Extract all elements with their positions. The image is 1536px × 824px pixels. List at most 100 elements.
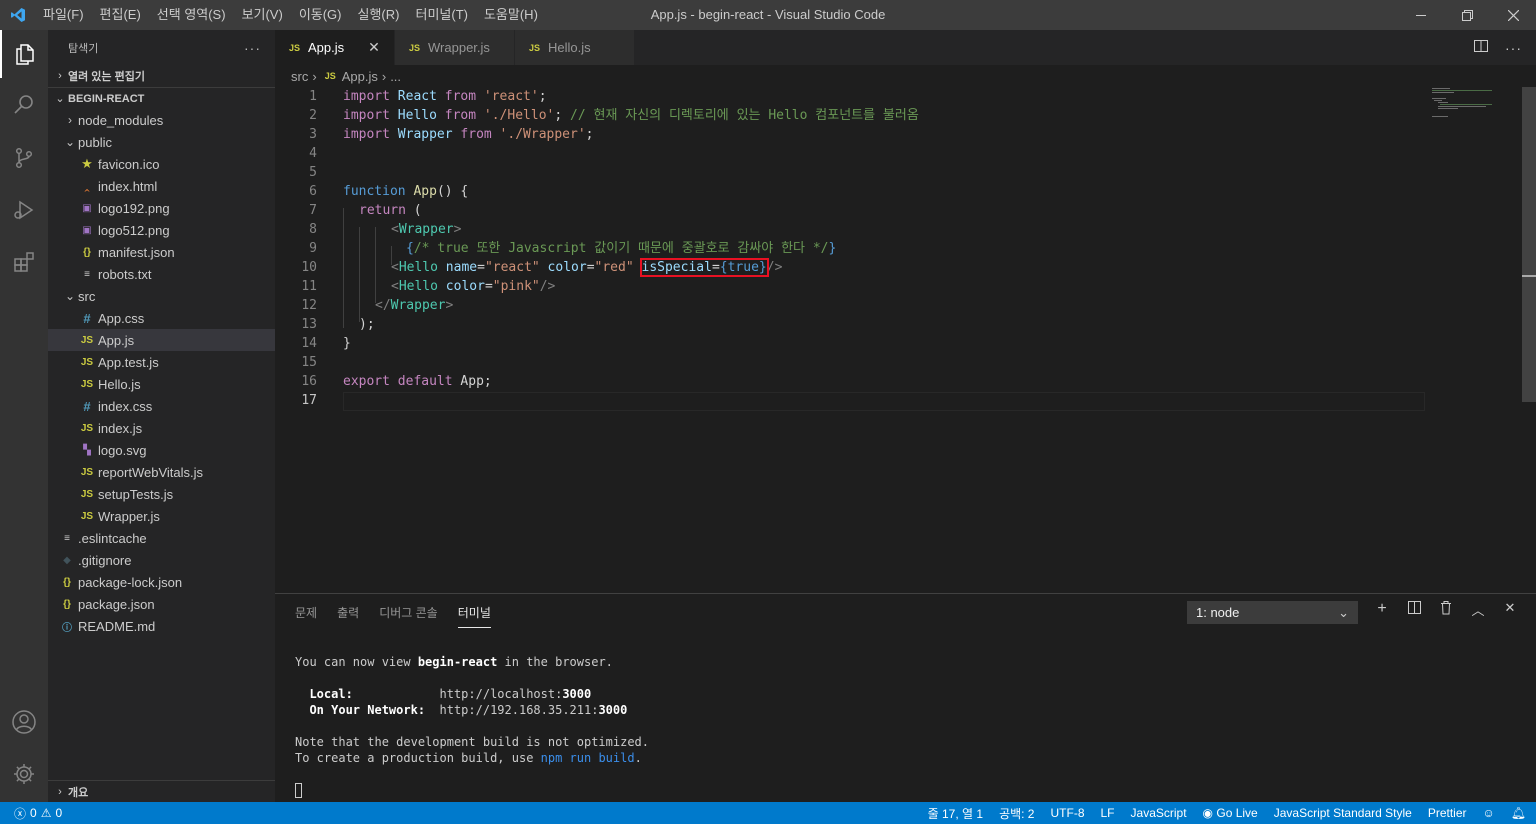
tree-label: package-lock.json bbox=[78, 574, 183, 590]
tree-file[interactable]: # App.css bbox=[48, 307, 275, 329]
tree-label: App.js bbox=[98, 332, 135, 348]
code-line-8: <Wrapper> bbox=[391, 222, 462, 237]
code-line-1: import React from 'react'; bbox=[343, 89, 547, 104]
restore-button[interactable] bbox=[1444, 0, 1490, 30]
close-window-button[interactable] bbox=[1490, 0, 1536, 30]
project-section[interactable]: ⌄ BEGIN-REACT bbox=[48, 87, 275, 109]
breadcrumb-folder[interactable]: src bbox=[291, 69, 308, 84]
menu-go[interactable]: 이동(G) bbox=[291, 0, 350, 30]
tree-file[interactable]: JS Wrapper.js bbox=[48, 505, 275, 527]
prettier-status[interactable]: Prettier bbox=[1428, 806, 1467, 820]
more-actions-icon[interactable]: ··· bbox=[1505, 40, 1522, 56]
minimap[interactable] bbox=[1430, 87, 1525, 117]
tree-file[interactable]: JS setupTests.js bbox=[48, 483, 275, 505]
tab-debug-console[interactable]: 디버그 콘솔 bbox=[379, 604, 438, 628]
close-icon[interactable]: ✕ bbox=[368, 39, 380, 56]
source-control-icon[interactable] bbox=[0, 134, 48, 182]
tree-folder[interactable]: ⌄ public bbox=[48, 131, 275, 153]
outline-label: 개요 bbox=[68, 786, 89, 799]
tree-file[interactable]: ‸ index.html bbox=[48, 175, 275, 197]
activity-bar bbox=[0, 30, 48, 802]
tree-label: logo.svg bbox=[98, 442, 147, 458]
trash-icon[interactable] bbox=[1437, 600, 1455, 620]
tree-file[interactable]: JS Hello.js bbox=[48, 373, 275, 395]
tab-label: Wrapper.js bbox=[428, 40, 490, 55]
open-editors-section[interactable]: › 열려 있는 편집기 bbox=[48, 65, 275, 87]
tree-file[interactable]: ◆ .gitignore bbox=[48, 549, 275, 571]
tree-folder[interactable]: ⌄ src bbox=[48, 285, 275, 307]
extensions-icon[interactable] bbox=[0, 238, 48, 286]
encoding[interactable]: UTF-8 bbox=[1051, 806, 1085, 820]
menu-view[interactable]: 보기(V) bbox=[234, 0, 291, 30]
tree-folder[interactable]: › node_modules bbox=[48, 109, 275, 131]
maximize-panel-icon[interactable]: ︿ bbox=[1469, 600, 1487, 620]
split-terminal-icon[interactable] bbox=[1405, 600, 1423, 620]
tab-terminal[interactable]: 터미널 bbox=[457, 604, 491, 628]
tree-file[interactable]: {} package-lock.json bbox=[48, 571, 275, 593]
tree-file[interactable]: ▚ logo.svg bbox=[48, 439, 275, 461]
terminal-output[interactable]: You can now view begin-react in the brow… bbox=[295, 654, 649, 798]
tab-hello-js[interactable]: JS Hello.js bbox=[515, 30, 635, 65]
linter-status[interactable]: JavaScript Standard Style bbox=[1274, 806, 1412, 820]
breadcrumb-symbol[interactable]: ... bbox=[390, 69, 401, 84]
menu-terminal[interactable]: 터미널(T) bbox=[407, 0, 475, 30]
language-mode[interactable]: JavaScript bbox=[1131, 806, 1187, 820]
account-icon[interactable] bbox=[0, 698, 48, 746]
file-type-icon: JS bbox=[80, 422, 94, 434]
breadcrumb-file[interactable]: App.js bbox=[342, 69, 378, 84]
file-type-icon: ⓘ bbox=[62, 622, 72, 634]
cursor-position[interactable]: 줄 17, 열 1 bbox=[928, 805, 983, 822]
tree-file[interactable]: ≡ .eslintcache bbox=[48, 527, 275, 549]
tree-file[interactable]: ▣ logo192.png bbox=[48, 197, 275, 219]
outline-section[interactable]: › 개요 bbox=[48, 780, 275, 802]
tree-file[interactable]: ⓘ README.md bbox=[48, 615, 275, 637]
search-icon[interactable] bbox=[0, 80, 48, 128]
tree-file[interactable]: {} manifest.json bbox=[48, 241, 275, 263]
chevron-right-icon: › bbox=[381, 68, 387, 84]
code-line-2: import Hello from './Hello'; // 현재 자신의 디… bbox=[343, 108, 919, 123]
tree-file[interactable]: ▣ logo512.png bbox=[48, 219, 275, 241]
tab-wrapper-js[interactable]: JS Wrapper.js bbox=[395, 30, 515, 65]
indentation[interactable]: 공백: 2 bbox=[999, 805, 1034, 822]
settings-gear-icon[interactable] bbox=[0, 750, 48, 798]
tree-label: .gitignore bbox=[78, 552, 132, 568]
menu-help[interactable]: 도움말(H) bbox=[476, 0, 546, 30]
feedback-icon[interactable]: ☺ bbox=[1483, 806, 1495, 820]
go-live-button[interactable]: ◉ Go Live bbox=[1203, 806, 1258, 820]
tree-file[interactable]: # index.css bbox=[48, 395, 275, 417]
project-label: BEGIN-REACT bbox=[68, 92, 145, 105]
more-actions-icon[interactable]: ··· bbox=[244, 40, 261, 56]
terminal-line: On Your Network: http://192.168.35.211:3… bbox=[295, 703, 628, 717]
minimize-button[interactable] bbox=[1398, 0, 1444, 30]
menu-edit[interactable]: 편집(E) bbox=[92, 0, 149, 30]
problems-status[interactable]: ⓧ 0 ⚠ 0 bbox=[0, 805, 62, 822]
terminal-select[interactable]: 1: node ⌄ bbox=[1187, 601, 1358, 624]
run-debug-icon[interactable] bbox=[0, 186, 48, 234]
tab-problems[interactable]: 문제 bbox=[295, 604, 317, 628]
tree-file[interactable]: ≡ robots.txt bbox=[48, 263, 275, 285]
tab-app-js[interactable]: JS App.js ✕ bbox=[275, 30, 395, 65]
code-editor[interactable]: 1 2 3 4 5 6 7 8 9 10 11 12 13 14 15 16 17 import React f… bbox=[275, 87, 1425, 592]
tree-label: src bbox=[78, 288, 96, 304]
menu-file[interactable]: 파일(F) bbox=[35, 0, 92, 30]
file-tree: › node_modules ⌄ public ★ favicon.ico ‸ index.h… bbox=[48, 109, 275, 637]
notifications-bell-icon[interactable]: 🔔︎ bbox=[1511, 806, 1526, 820]
explorer-icon[interactable] bbox=[0, 30, 48, 78]
menu-selection[interactable]: 선택 영역(S) bbox=[149, 0, 234, 30]
tree-file[interactable]: ★ favicon.ico bbox=[48, 153, 275, 175]
tree-file[interactable]: JS index.js bbox=[48, 417, 275, 439]
end-of-line[interactable]: LF bbox=[1101, 806, 1115, 820]
tree-file[interactable]: JS reportWebVitals.js bbox=[48, 461, 275, 483]
split-editor-icon[interactable] bbox=[1473, 38, 1489, 57]
editor-scrollbar[interactable] bbox=[1522, 87, 1536, 402]
tree-file[interactable]: {} package.json bbox=[48, 593, 275, 615]
menu-run[interactable]: 실행(R) bbox=[350, 0, 408, 30]
tree-file[interactable]: JS App.js bbox=[48, 329, 275, 351]
code-line-3: import Wrapper from './Wrapper'; bbox=[343, 127, 594, 142]
overview-ruler-cursor bbox=[1522, 275, 1536, 277]
close-panel-icon[interactable]: ✕ bbox=[1501, 600, 1519, 620]
tree-file[interactable]: JS App.test.js bbox=[48, 351, 275, 373]
new-terminal-icon[interactable]: + bbox=[1373, 600, 1391, 620]
tab-label: App.js bbox=[308, 40, 345, 55]
tab-output[interactable]: 출력 bbox=[337, 604, 359, 628]
